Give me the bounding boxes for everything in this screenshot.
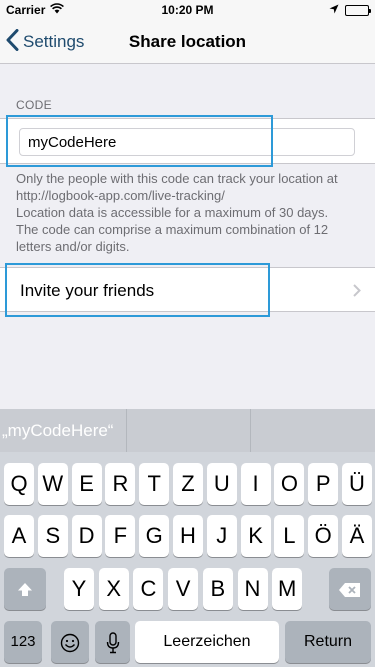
key-v[interactable]: V — [168, 568, 199, 610]
prediction-suggestion[interactable] — [127, 409, 252, 452]
code-section-footer: Only the people with this code can track… — [16, 170, 361, 255]
space-key[interactable]: Leerzeichen — [135, 621, 279, 663]
footer-line: Only the people with this code can track… — [16, 171, 338, 186]
key-r[interactable]: R — [105, 463, 136, 505]
code-cell — [0, 118, 375, 164]
footer-line: Location data is accessible for a maximu… — [16, 205, 329, 220]
key-t[interactable]: T — [139, 463, 170, 505]
key-ü[interactable]: Ü — [342, 463, 372, 505]
battery-icon — [345, 4, 371, 16]
key-d[interactable]: D — [71, 515, 102, 557]
delete-icon — [338, 576, 362, 601]
status-time: 10:20 PM — [161, 3, 214, 17]
footer-line: letters and/or digits. — [16, 239, 130, 254]
chevron-right-icon — [353, 284, 361, 302]
delete-key[interactable] — [329, 568, 371, 610]
invite-friends-cell[interactable]: Invite your friends — [0, 267, 375, 312]
shift-arrow-icon — [16, 576, 34, 601]
key-y[interactable]: Y — [64, 568, 94, 610]
key-j[interactable]: J — [206, 515, 237, 557]
predictive-bar: „myCodeHere“ — [0, 409, 375, 452]
key-n[interactable]: N — [237, 568, 268, 610]
footer-line: http://logbook-app.com/live-tracking/ — [16, 188, 225, 203]
location-arrow-icon — [329, 3, 339, 17]
dictation-key[interactable] — [95, 621, 130, 663]
key-c[interactable]: C — [133, 568, 164, 610]
return-key[interactable]: Return — [285, 621, 371, 663]
key-g[interactable]: G — [139, 515, 170, 557]
emoji-key[interactable] — [51, 621, 89, 663]
prediction-suggestion[interactable] — [251, 409, 375, 452]
navigation-bar: Settings Share location — [0, 20, 375, 64]
key-u[interactable]: U — [206, 463, 237, 505]
numbers-key[interactable]: 123 — [4, 621, 42, 663]
key-l[interactable]: L — [274, 515, 305, 557]
key-w[interactable]: W — [37, 463, 68, 505]
key-h[interactable]: H — [173, 515, 203, 557]
footer-line: The code can comprise a maximum combinat… — [16, 222, 329, 237]
key-a[interactable]: A — [4, 515, 34, 557]
invite-friends-label: Invite your friends — [20, 281, 155, 300]
key-e[interactable]: E — [71, 463, 102, 505]
page-title: Share location — [128, 32, 247, 51]
status-bar: Carrier 10:20 PM — [0, 0, 375, 20]
key-f[interactable]: F — [105, 515, 136, 557]
code-input[interactable] — [19, 128, 355, 156]
key-ä[interactable]: Ä — [342, 515, 372, 557]
key-k[interactable]: K — [240, 515, 271, 557]
key-z[interactable]: Z — [173, 463, 203, 505]
key-m[interactable]: M — [272, 568, 303, 610]
emoji-icon — [60, 629, 80, 654]
shift-key[interactable] — [4, 568, 46, 610]
key-q[interactable]: Q — [4, 463, 34, 505]
key-s[interactable]: S — [37, 515, 68, 557]
key-ö[interactable]: Ö — [308, 515, 339, 557]
key-o[interactable]: O — [274, 463, 305, 505]
prediction-suggestion[interactable]: „myCodeHere“ — [0, 409, 127, 452]
key-i[interactable]: I — [240, 463, 271, 505]
microphone-icon — [106, 629, 120, 654]
code-section-header: CODE — [16, 98, 52, 112]
status-right — [329, 3, 371, 17]
keyboard: „myCodeHere“ 123 Leerzeichen Return Q W … — [0, 409, 375, 667]
key-x[interactable]: X — [98, 568, 129, 610]
key-p[interactable]: P — [308, 463, 339, 505]
key-b[interactable]: B — [202, 568, 233, 610]
